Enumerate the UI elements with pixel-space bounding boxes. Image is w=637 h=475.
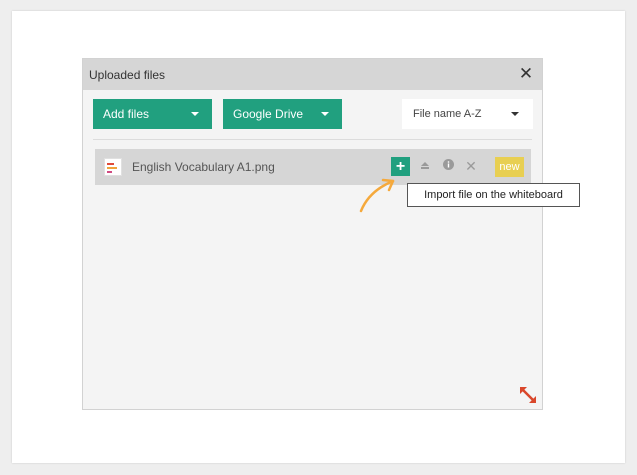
file-name: English Vocabulary A1.png [132, 160, 275, 174]
tooltip: Import file on the whiteboard [407, 183, 580, 207]
sort-select-value: File name A-Z [413, 108, 482, 120]
divider [93, 139, 532, 140]
google-drive-label: Google Drive [233, 107, 304, 121]
uploaded-files-dialog: Uploaded files ✕ Add files Google Drive … [82, 58, 543, 410]
add-files-label: Add files [103, 107, 150, 121]
caret-down-icon [511, 112, 519, 116]
status-badge: new [495, 157, 524, 177]
caret-down-icon [321, 112, 329, 116]
caret-down-icon [191, 112, 199, 116]
plus-icon[interactable]: + [391, 157, 410, 176]
eject-icon[interactable] [417, 158, 433, 174]
file-thumbnail [104, 158, 122, 176]
pointer-arrow-icon [359, 178, 395, 213]
add-files-button[interactable]: Add files [93, 99, 212, 129]
dialog-title: Uploaded files [89, 68, 166, 82]
resize-diagonal-icon[interactable] [519, 386, 537, 404]
close-icon[interactable]: ✕ [517, 65, 535, 83]
dialog-titlebar[interactable]: Uploaded files ✕ [83, 59, 542, 90]
file-row[interactable]: English Vocabulary A1.png + ✕ new [95, 149, 531, 185]
sort-select[interactable]: File name A-Z [402, 99, 533, 129]
x-icon[interactable]: ✕ [463, 158, 479, 174]
google-drive-button[interactable]: Google Drive [223, 99, 342, 129]
info-icon[interactable] [440, 158, 456, 174]
